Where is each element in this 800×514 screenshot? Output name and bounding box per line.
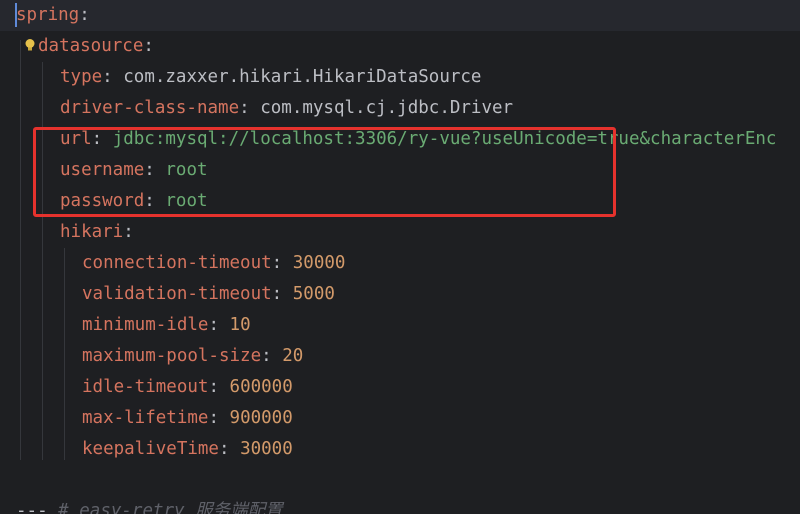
yaml-colon: : (218, 439, 230, 459)
yaml-value: 30000 (240, 439, 293, 459)
code-line[interactable]: idle-timeout: 600000 (82, 372, 293, 403)
yaml-colon: : (271, 253, 283, 273)
code-line[interactable]: spring: (16, 0, 90, 31)
yaml-key: driver-class-name (60, 98, 240, 118)
yaml-colon: : (239, 98, 250, 118)
yaml-key: minimum-idle (82, 315, 209, 335)
yaml-key: hikari (60, 222, 124, 242)
yaml-colon: : (79, 5, 90, 25)
code-line[interactable]: maximum-pool-size: 20 (82, 341, 303, 372)
yaml-document-separator: --- (16, 501, 48, 514)
current-line-highlight (0, 0, 800, 31)
yaml-key: connection-timeout (82, 253, 272, 273)
yaml-colon: : (208, 408, 219, 428)
yaml-colon: : (102, 67, 113, 87)
yaml-value: 30000 (292, 253, 346, 273)
yaml-value: com.zaxxer.hikari.HikariDataSource (123, 67, 482, 87)
yaml-value: com.mysql.cj.jdbc.Driver (260, 98, 514, 118)
code-line[interactable]: hikari: (60, 217, 134, 248)
yaml-key: datasource (38, 36, 144, 56)
yaml-key: maximum-pool-size (82, 346, 262, 366)
indent-guide (42, 62, 43, 460)
code-line[interactable]: validation-timeout: 5000 (82, 279, 335, 310)
code-line[interactable]: max-lifetime: 900000 (82, 403, 293, 434)
yaml-key: type (60, 67, 103, 87)
yaml-key: max-lifetime (82, 408, 209, 428)
yaml-colon: : (123, 222, 134, 242)
lightbulb-icon[interactable] (23, 38, 37, 52)
code-line[interactable]: connection-timeout: 30000 (82, 248, 345, 279)
code-editor[interactable]: spring: datasource: type: com.zaxxer.hik… (0, 0, 800, 514)
code-line[interactable]: type: com.zaxxer.hikari.HikariDataSource (60, 62, 481, 93)
yaml-value: 20 (282, 346, 304, 366)
yaml-value: 900000 (229, 408, 293, 428)
yaml-colon: : (208, 315, 219, 335)
yaml-key: validation-timeout (82, 284, 272, 304)
yaml-colon: : (208, 377, 219, 397)
yaml-colon: : (271, 284, 283, 304)
code-line[interactable]: driver-class-name: com.mysql.cj.jdbc.Dri… (60, 93, 513, 124)
yaml-colon: : (261, 346, 272, 366)
code-line[interactable]: datasource: (38, 31, 154, 62)
yaml-value: 600000 (229, 377, 293, 397)
yaml-comment: # easy-retry 服务端配置 (58, 501, 283, 514)
indent-guide (20, 40, 21, 460)
yaml-key: idle-timeout (82, 377, 209, 397)
indent-guide (64, 248, 65, 460)
yaml-key: keepaliveTime (82, 439, 219, 459)
code-line[interactable]: --- # easy-retry 服务端配置 (16, 496, 283, 514)
yaml-key: spring (16, 5, 80, 25)
yaml-colon: : (143, 36, 154, 56)
highlight-annotation-box (33, 127, 616, 217)
code-line[interactable]: minimum-idle: 10 (82, 310, 251, 341)
yaml-value: 10 (229, 315, 251, 335)
code-line[interactable]: keepaliveTime: 30000 (82, 434, 293, 465)
yaml-value: 5000 (292, 284, 335, 304)
